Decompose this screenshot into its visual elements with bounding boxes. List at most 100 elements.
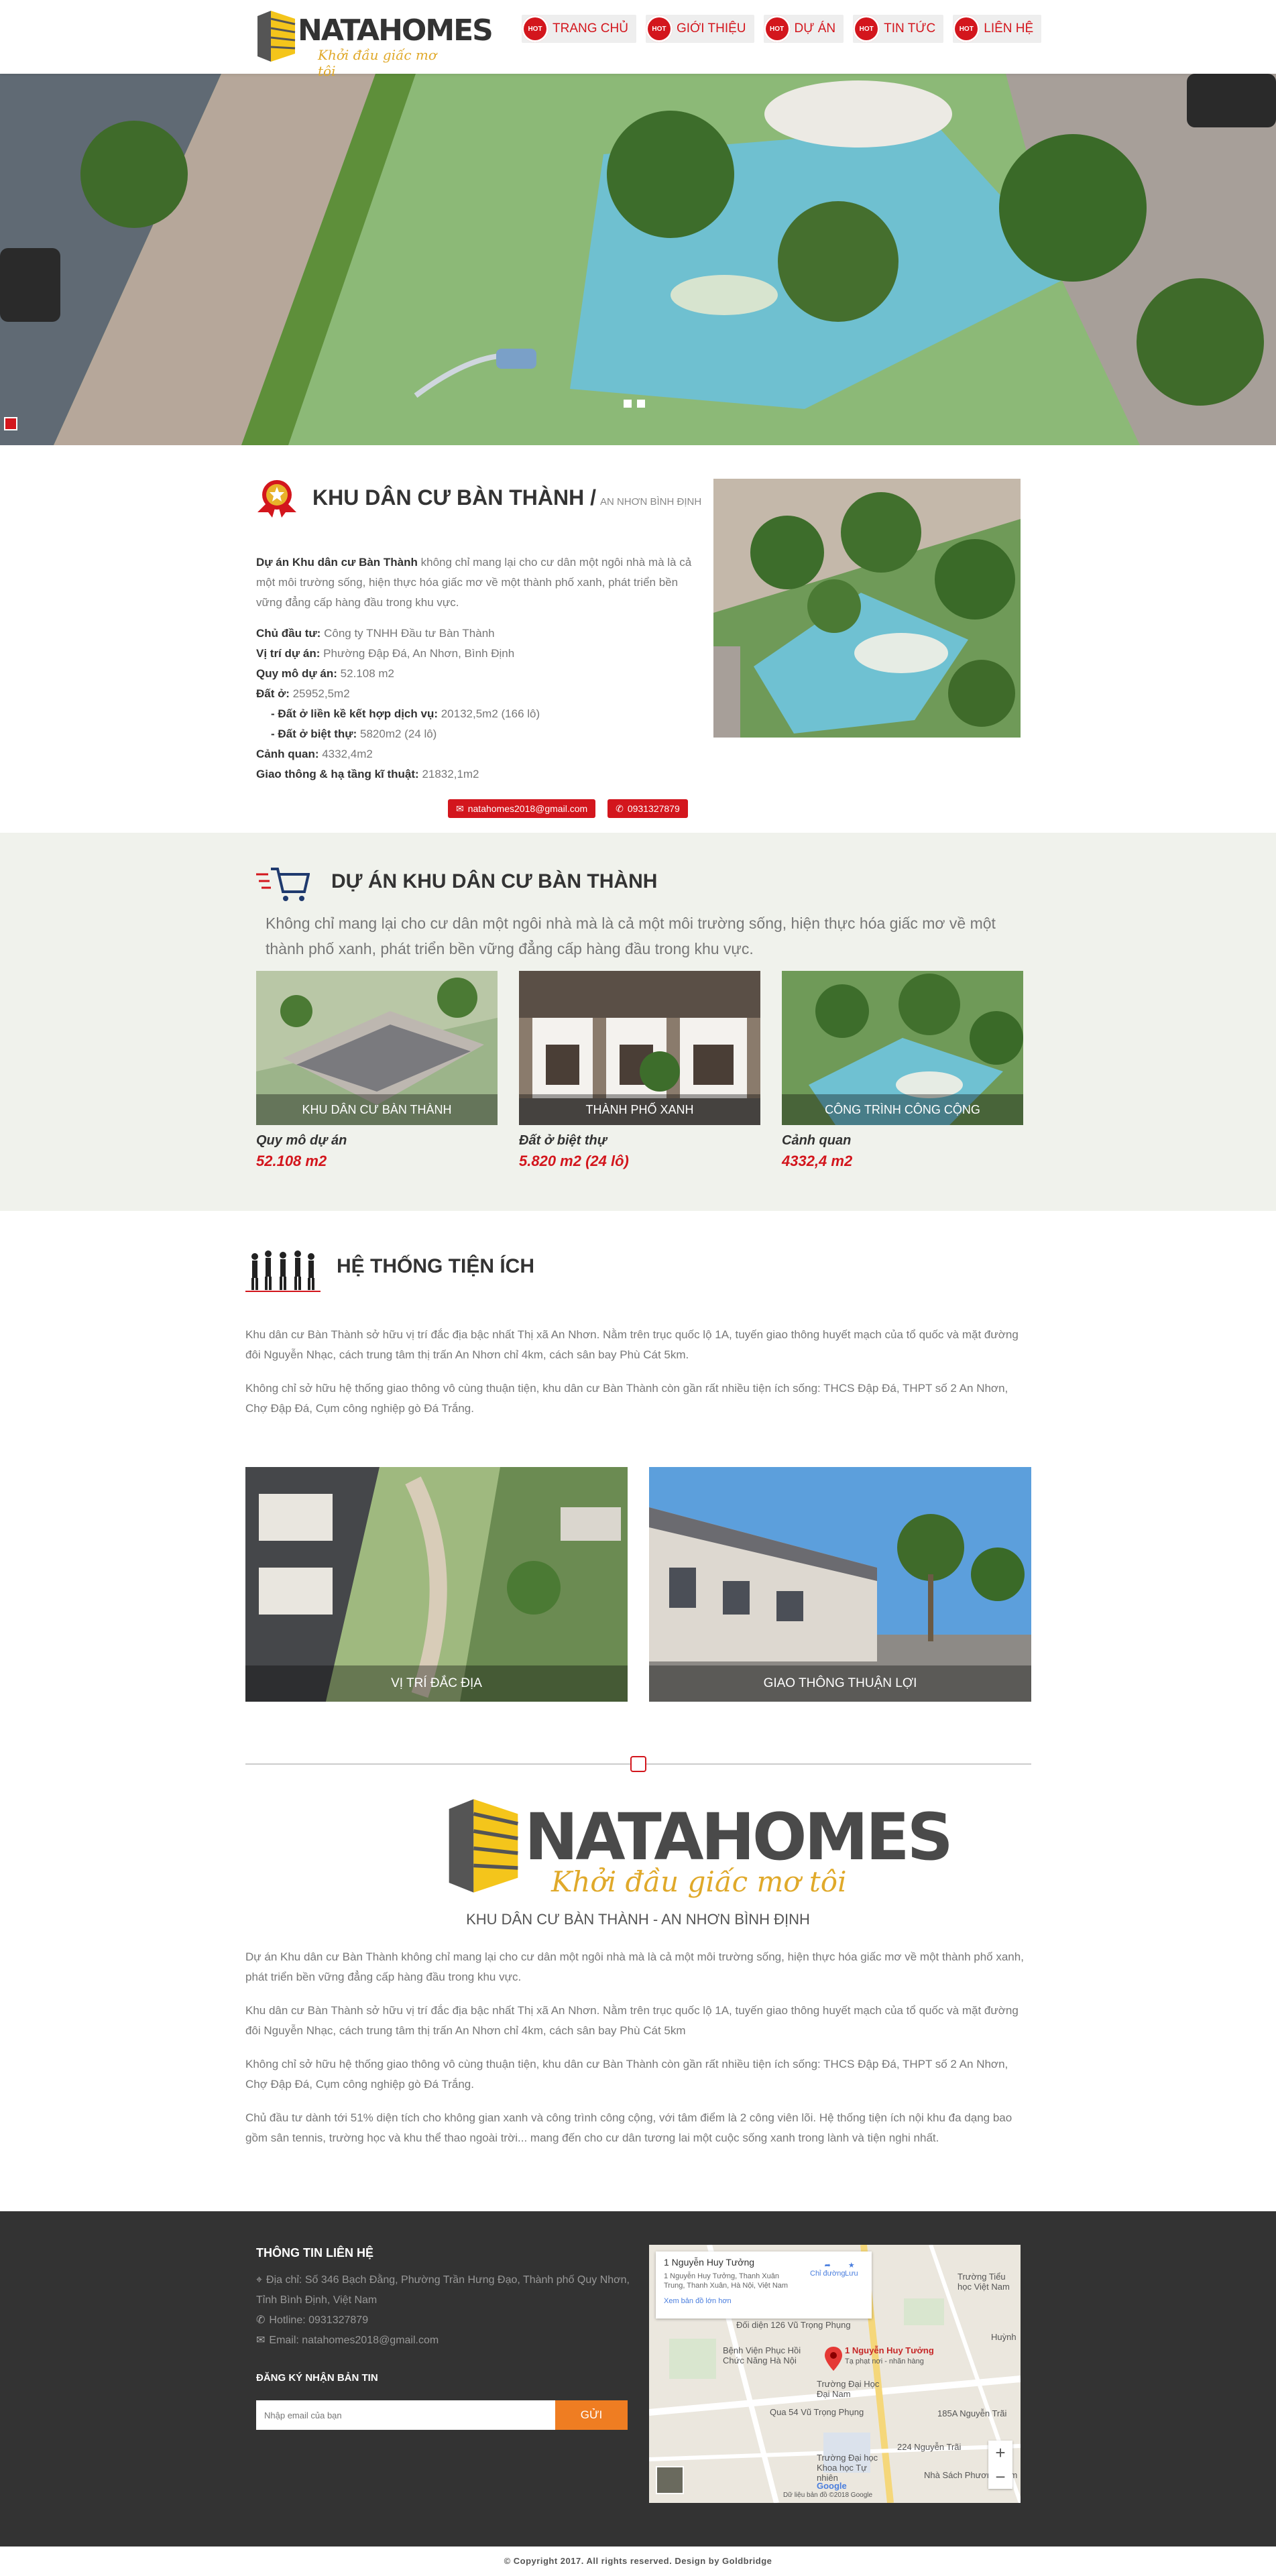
nav-label: TIN TỨC bbox=[884, 21, 936, 36]
card-image: KHU DÂN CƯ BÀN THÀNH bbox=[256, 971, 498, 1125]
amenities-title: HỆ THỐNG TIỆN ÍCH bbox=[337, 1255, 535, 1277]
people-silhouette-icon bbox=[245, 1250, 321, 1292]
nav-item-news[interactable]: HOT TIN TỨC bbox=[853, 15, 944, 43]
nav-item-home[interactable]: HOT TRANG CHỦ bbox=[522, 15, 636, 43]
nav-label: TRANG CHỦ bbox=[553, 21, 628, 36]
map-label: Trường Tiểu học Việt Nam bbox=[958, 2272, 1010, 2292]
about-logo-slogan: Khởi đầu giấc mơ tôi bbox=[551, 1865, 847, 1898]
main-nav: HOT TRANG CHỦ HOT GIỚI THIỆU HOT DỰ ÁN H… bbox=[522, 15, 1042, 43]
map-satellite-toggle[interactable] bbox=[656, 2466, 684, 2494]
newsletter-email-input[interactable] bbox=[256, 2400, 555, 2430]
logo-text: NATAHOMES bbox=[298, 13, 494, 48]
hot-badge-icon: HOT bbox=[522, 15, 548, 42]
phone-button[interactable]: ✆ 0931327879 bbox=[607, 799, 688, 818]
contact-hotline: ✆ Hotline: 0931327879 bbox=[256, 2315, 369, 2326]
map-pin-icon[interactable] bbox=[825, 2347, 842, 2371]
envelope-icon: ✉ bbox=[456, 803, 464, 814]
site-logo[interactable]: NATAHOMES Khởi đầu giấc mơ tôi bbox=[256, 9, 494, 79]
about-paragraph: Dự án Khu dân cư Bàn Thành không chỉ man… bbox=[245, 1950, 1024, 1983]
slider-control[interactable] bbox=[4, 417, 17, 430]
intro-section: KHU DÂN CƯ BÀN THÀNH / AN NHƠN BÌNH ĐỊNH … bbox=[0, 445, 1276, 833]
project-specs: Chủ đầu tư: Công ty TNHH Đầu tư Bàn Thàn… bbox=[256, 624, 699, 784]
shopping-cart-icon bbox=[256, 868, 310, 901]
star-icon: ★ bbox=[848, 2262, 855, 2270]
hot-badge-icon: HOT bbox=[645, 15, 673, 42]
map-pin-sublabel: Tạ phạt nơi - nhãn hàng bbox=[845, 2357, 924, 2365]
about-logo-text: NATAHOMES bbox=[524, 1800, 953, 1875]
map-attribution: Dữ liệu bản đồ ©2018 Google bbox=[783, 2492, 873, 2499]
spec-row: Quy mô dự án: 52.108 m2 bbox=[256, 667, 394, 680]
nav-item-projects[interactable]: HOT DỰ ÁN bbox=[763, 15, 844, 43]
map-marker-icon: ⌖ bbox=[256, 2274, 263, 2286]
phone-icon: ✆ bbox=[256, 2315, 266, 2326]
hot-badge-icon: HOT bbox=[953, 15, 980, 42]
amenities-paragraph: Không chỉ sở hữu hệ thống giao thông vô … bbox=[245, 1382, 1008, 1415]
spec-row: Cảnh quan: 4332,4m2 bbox=[256, 748, 373, 760]
map-label: 185A Nguyễn Trãi bbox=[937, 2408, 1007, 2418]
newsletter-submit-button[interactable]: GỬI bbox=[555, 2400, 628, 2430]
spec-row: Chủ đầu tư: Công ty TNHH Đầu tư Bàn Thàn… bbox=[256, 627, 495, 640]
amenity-photo[interactable]: GIAO THÔNG THUẬN LỢI bbox=[649, 1467, 1031, 1702]
award-badge-icon bbox=[257, 480, 296, 518]
card-value: 5.820 m2 (24 lô) bbox=[519, 1153, 629, 1169]
contact-info: ⌖ Địa chỉ: Số 346 Bạch Đằng, Phường Trần … bbox=[256, 2270, 632, 2351]
card-label: Đất ở biệt thự bbox=[519, 1133, 607, 1148]
hero-slider[interactable] bbox=[0, 74, 1276, 445]
contact-title: THÔNG TIN LIÊN HỆ bbox=[256, 2246, 373, 2260]
intro-image bbox=[713, 479, 1021, 738]
slider-dot[interactable] bbox=[637, 400, 645, 408]
site-header: NATAHOMES Khởi đầu giấc mơ tôi HOT TRANG… bbox=[0, 0, 1276, 79]
phone-icon: ✆ bbox=[616, 803, 624, 814]
directions-icon: ➦ bbox=[824, 2262, 831, 2270]
map-zoom-control[interactable]: + − bbox=[988, 2441, 1012, 2489]
divider-ornament-icon bbox=[630, 1756, 646, 1772]
project-card[interactable]: CÔNG TRÌNH CÔNG CỘNG Cảnh quan 4332,4 m2 bbox=[782, 971, 1023, 1170]
contact-email: ✉ Email: natahomes2018@gmail.com bbox=[256, 2335, 439, 2346]
hero-image bbox=[0, 74, 1276, 445]
about-paragraph: Chủ đầu tư dành tới 51% diện tích cho kh… bbox=[245, 2111, 1012, 2144]
directions-button[interactable]: ➦ Chỉ đường bbox=[810, 2261, 846, 2278]
amenity-photo[interactable]: VỊ TRÍ ĐẮC ĐỊA bbox=[245, 1467, 628, 1702]
larger-map-link[interactable]: Xem bản đồ lớn hơn bbox=[664, 2297, 864, 2305]
email-button[interactable]: ✉ natahomes2018@gmail.com bbox=[448, 799, 596, 818]
map-info-card: 1 Nguyễn Huy Tưởng 1 Nguyễn Huy Tưởng, T… bbox=[656, 2251, 872, 2319]
card-value: 52.108 m2 bbox=[256, 1153, 327, 1169]
newsletter-title: ĐĂNG KÝ NHẬN BẢN TIN bbox=[256, 2372, 378, 2384]
project-cards: KHU DÂN CƯ BÀN THÀNH Quy mô dự án 52.108… bbox=[256, 971, 1023, 1170]
slider-dots bbox=[624, 400, 645, 408]
project-card[interactable]: KHU DÂN CƯ BÀN THÀNH Quy mô dự án 52.108… bbox=[256, 971, 498, 1170]
photo-caption: VỊ TRÍ ĐẮC ĐỊA bbox=[245, 1665, 628, 1702]
map-label: Qua 54 Vũ Trọng Phụng bbox=[770, 2407, 864, 2417]
card-caption: THÀNH PHỐ XANH bbox=[519, 1094, 760, 1125]
hot-badge-icon: HOT bbox=[763, 15, 791, 42]
map-label: Trường Đại học Khoa học Tự nhiên bbox=[817, 2453, 878, 2483]
contact-buttons: ✉ natahomes2018@gmail.com ✆ 0931327879 bbox=[448, 799, 688, 818]
map-label: Huỳnh bbox=[991, 2332, 1017, 2342]
amenities-text: Khu dân cư Bàn Thành sở hữu vị trí đắc đ… bbox=[245, 1325, 1031, 1432]
project-card[interactable]: THÀNH PHỐ XANH Đất ở biệt thự 5.820 m2 (… bbox=[519, 971, 760, 1170]
logo-mark-icon bbox=[449, 1799, 518, 1893]
save-button[interactable]: ★ Lưu bbox=[845, 2261, 858, 2278]
about-paragraph: Không chỉ sở hữu hệ thống giao thông vô … bbox=[245, 2058, 1008, 2091]
spec-row: Vị trí dự án: Phường Đập Đá, An Nhơn, Bì… bbox=[256, 647, 515, 660]
map-label: Đối diện 126 Vũ Trọng Phụng bbox=[736, 2320, 851, 2330]
logo-mark-icon bbox=[257, 11, 296, 62]
about-logo: NATAHOMES Khởi đầu giấc mơ tôi bbox=[447, 1792, 953, 1906]
zoom-out-icon[interactable]: − bbox=[995, 2467, 1005, 2487]
nav-item-about[interactable]: HOT GIỚI THIỆU bbox=[645, 15, 754, 43]
about-paragraph: Khu dân cư Bàn Thành sở hữu vị trí đắc đ… bbox=[245, 2004, 1019, 2037]
nav-item-contact[interactable]: HOT LIÊN HỆ bbox=[953, 15, 1042, 43]
intro-subtitle: AN NHƠN BÌNH ĐỊNH bbox=[599, 496, 702, 508]
card-caption: CÔNG TRÌNH CÔNG CỘNG bbox=[782, 1094, 1023, 1125]
card-value: 4332,4 m2 bbox=[782, 1153, 853, 1169]
slider-dot[interactable] bbox=[624, 400, 632, 408]
photo-caption: GIAO THÔNG THUẬN LỢI bbox=[649, 1665, 1031, 1702]
spec-row: - Đất ở liền kề kết hợp dịch vụ: 20132,5… bbox=[271, 707, 540, 720]
google-map[interactable]: 1 Nguyễn Huy Tưởng 1 Nguyễn Huy Tưởng, T… bbox=[649, 2245, 1021, 2503]
intro-description: Dự án Khu dân cư Bàn Thành không chỉ man… bbox=[256, 556, 692, 609]
card-caption: KHU DÂN CƯ BÀN THÀNH bbox=[256, 1094, 498, 1125]
map-label: Trường Đại Học Đại Nam bbox=[817, 2379, 880, 2399]
zoom-in-icon[interactable]: + bbox=[995, 2443, 1005, 2463]
spec-row: Đất ở: 25952,5m2 bbox=[256, 687, 350, 700]
newsletter-form: GỬI bbox=[256, 2400, 628, 2430]
